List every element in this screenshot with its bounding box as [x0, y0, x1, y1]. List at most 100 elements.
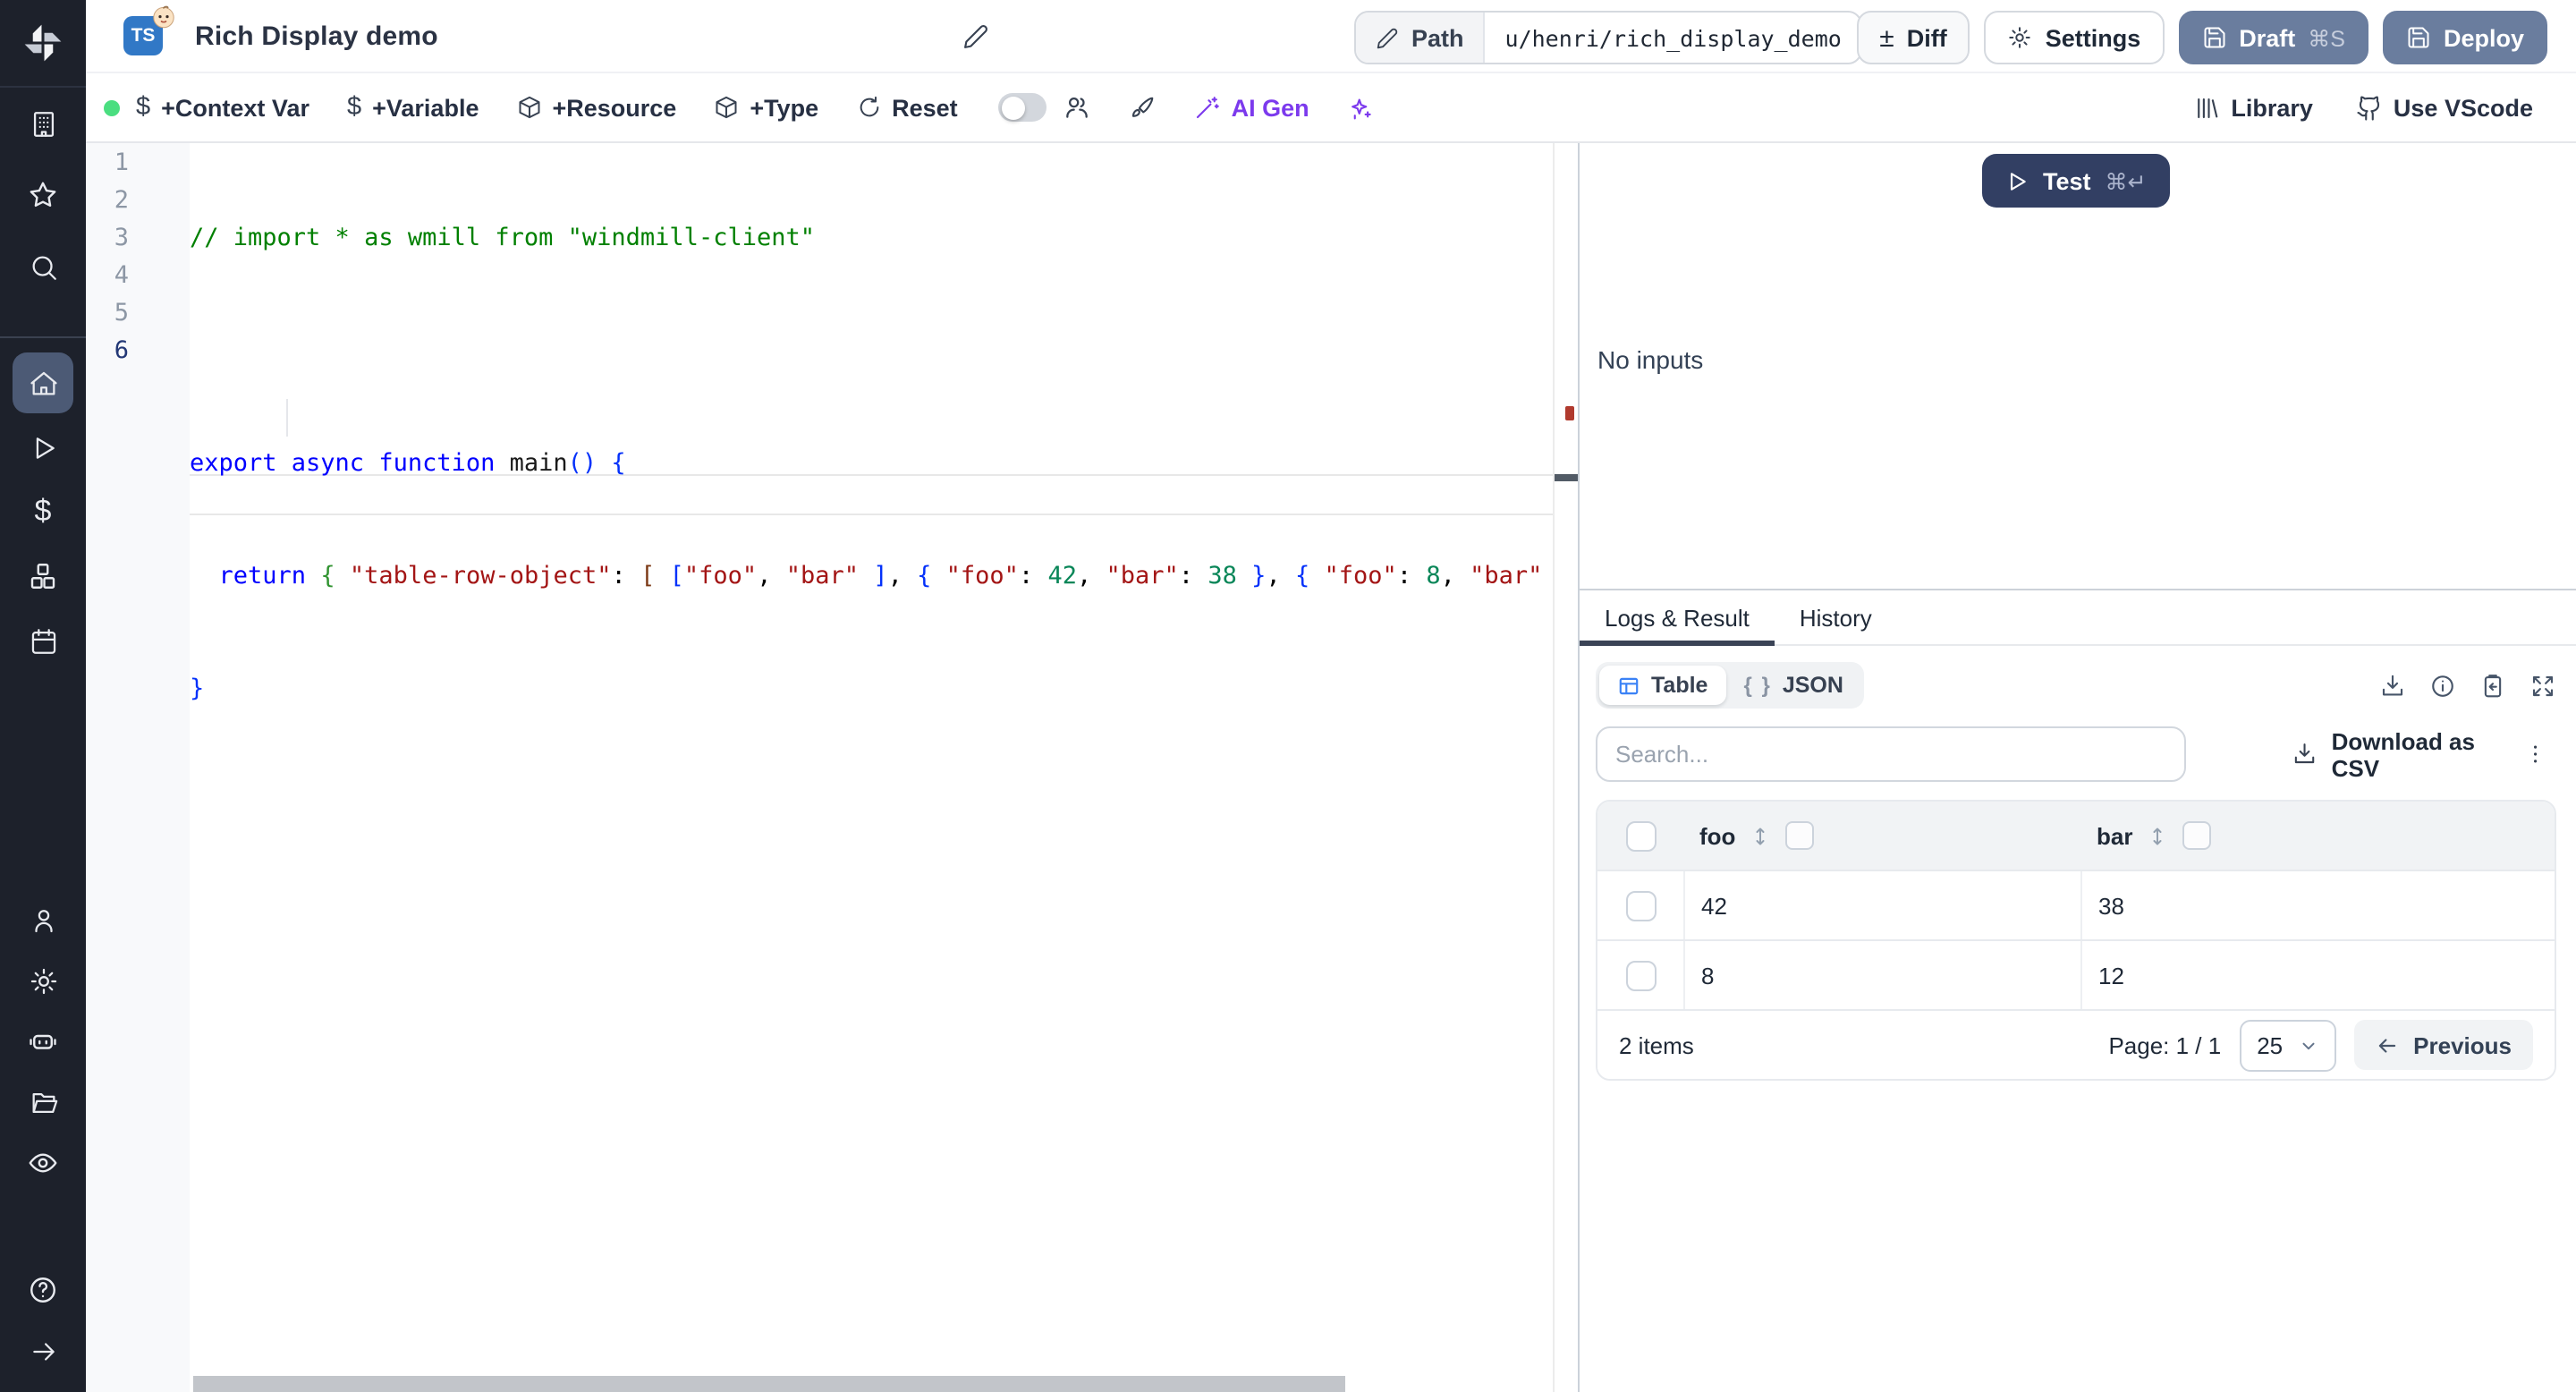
result-table: foo bar [1596, 800, 2556, 1081]
code-line[interactable] [190, 784, 1553, 821]
select-all-checkbox[interactable] [1625, 820, 1656, 851]
code-line[interactable]: } [190, 671, 1553, 709]
path-button[interactable]: Path u/henri/rich_display_demo [1354, 11, 1863, 64]
sidebar-item-resources[interactable] [0, 544, 86, 608]
editor-line-numbers: 1 2 3 4 5 6 [86, 145, 129, 370]
info-icon[interactable] [2429, 672, 2456, 699]
sidebar-item-workers[interactable] [0, 1011, 86, 1072]
sidebar-item-audit[interactable] [0, 1133, 86, 1193]
add-resource-button[interactable]: +Resource [516, 94, 676, 121]
diff-button[interactable]: ± Diff [1856, 11, 1970, 64]
table-row[interactable]: 42 38 [1597, 870, 2555, 939]
collaboration-toggle[interactable] [999, 93, 1047, 122]
format-code-button[interactable] [1130, 94, 1157, 121]
code-line[interactable]: // import * as wmill from "windmill-clie… [190, 220, 1553, 258]
sidebar-item-favorites[interactable] [0, 159, 86, 231]
reset-icon [856, 95, 881, 120]
download-icon[interactable] [2379, 672, 2406, 699]
sidebar-item-variables[interactable]: $ [0, 480, 86, 544]
sort-icon[interactable] [2147, 824, 2168, 847]
table-header-row: foo bar [1597, 802, 2555, 870]
sidebar-item-expand[interactable] [0, 1320, 86, 1381]
app-window: $ [0, 0, 2576, 1392]
row-select-cell [1597, 960, 1683, 990]
braces-icon: { } [1743, 673, 1771, 698]
view-toggle-table[interactable]: Table [1599, 666, 1725, 705]
sidebar-item-users[interactable] [0, 889, 86, 950]
windmill-logo[interactable] [0, 0, 86, 88]
deploy-button[interactable]: Deploy [2383, 11, 2547, 64]
expand-icon[interactable] [2529, 672, 2556, 699]
draft-shortcut: ⌘S [2308, 24, 2345, 51]
sparkles-icon [1347, 94, 1374, 121]
clipboard-copy-icon[interactable] [2479, 672, 2506, 699]
add-resource-label: +Resource [552, 94, 676, 121]
editor-code[interactable]: // import * as wmill from "windmill-clie… [190, 145, 1553, 896]
reset-button[interactable]: Reset [856, 94, 958, 121]
sidebar-item-folders[interactable] [0, 1072, 86, 1133]
settings-button[interactable]: Settings [1985, 11, 2165, 64]
add-variable-label: +Variable [372, 94, 479, 121]
result-area: Table { } JSON [1580, 646, 2576, 1081]
save-icon [2406, 25, 2431, 50]
column-header-bar[interactable]: bar [2080, 821, 2555, 850]
table-footer: 2 items Page: 1 / 1 25 [1597, 1009, 2555, 1079]
view-toggle-json[interactable]: { } JSON [1725, 666, 1860, 705]
row-checkbox[interactable] [1625, 960, 1656, 990]
test-button[interactable]: Test ⌘↵ [1982, 154, 2170, 208]
code-line[interactable]: return { "table-row-object": [ ["foo", "… [190, 558, 1553, 596]
dollar-icon: $ [136, 93, 150, 122]
column-option-box[interactable] [2182, 821, 2211, 850]
gear-icon [28, 965, 58, 996]
sidebar-item-schedules[interactable] [0, 608, 86, 673]
tab-logs-result[interactable]: Logs & Result [1580, 590, 1775, 644]
sidebar-item-home[interactable] [0, 351, 86, 415]
kebab-menu-icon[interactable] [2523, 741, 2549, 768]
result-view-row: Table { } JSON [1596, 658, 2556, 712]
add-type-button[interactable]: +Type [714, 94, 818, 121]
star-icon [27, 179, 59, 211]
download-csv-button[interactable]: Download as CSV [2292, 727, 2523, 781]
horizontal-scrollbar[interactable] [193, 1376, 1345, 1392]
use-vscode-label: Use VScode [2394, 94, 2533, 121]
code-line[interactable] [190, 333, 1553, 370]
robot-icon [27, 1025, 59, 1057]
content-row: 1 2 3 4 5 6 // import * as wmill from "w… [86, 143, 2576, 1392]
sidebar-item-runs[interactable] [0, 415, 86, 480]
line-number: 1 [86, 145, 129, 182]
search-input[interactable] [1596, 726, 2186, 782]
previous-page-button[interactable]: Previous [2354, 1020, 2533, 1070]
pencil-icon [962, 23, 989, 50]
play-icon [28, 432, 58, 463]
sidebar-item-settings[interactable] [0, 950, 86, 1011]
code-line[interactable]: export async function main() { [190, 446, 1553, 483]
column-label: bar [2097, 822, 2132, 849]
code-editor[interactable]: 1 2 3 4 5 6 // import * as wmill from "w… [86, 143, 1578, 1392]
edit-title-button[interactable] [962, 23, 989, 50]
table-row[interactable]: 8 12 [1597, 939, 2555, 1009]
add-variable-button[interactable]: $ +Variable [347, 93, 479, 122]
sidebar-item-help[interactable] [0, 1260, 86, 1320]
draft-button[interactable]: Draft ⌘S [2178, 11, 2368, 64]
table-search-row: Download as CSV [1596, 726, 2556, 782]
row-checkbox[interactable] [1625, 890, 1656, 921]
sidebar-item-search[interactable] [0, 231, 86, 302]
column-option-box[interactable] [1785, 821, 1814, 850]
page-size-select[interactable]: 25 [2239, 1019, 2336, 1071]
ai-sparkles-button[interactable] [1347, 94, 1374, 121]
tab-history[interactable]: History [1775, 590, 1897, 644]
status-dot [104, 99, 120, 115]
library-button[interactable]: Library [2193, 94, 2313, 121]
ai-gen-button[interactable]: AI Gen [1194, 94, 1309, 121]
use-vscode-button[interactable]: Use VScode [2356, 94, 2533, 121]
add-context-var-button[interactable]: $ +Context Var [136, 93, 309, 122]
dollar-icon: $ [35, 494, 52, 530]
column-header-foo[interactable]: foo [1683, 821, 2080, 850]
pagination: Page: 1 / 1 25 [2108, 1019, 2533, 1071]
sort-icon[interactable] [1750, 824, 1771, 847]
deploy-button-label: Deploy [2444, 24, 2524, 51]
run-result-panel: Test ⌘↵ No inputs Logs & Result History [1578, 143, 2576, 1392]
view-json-label: JSON [1783, 673, 1843, 698]
collaborators-button[interactable] [1063, 93, 1092, 122]
sidebar-item-workspace[interactable] [0, 88, 86, 159]
